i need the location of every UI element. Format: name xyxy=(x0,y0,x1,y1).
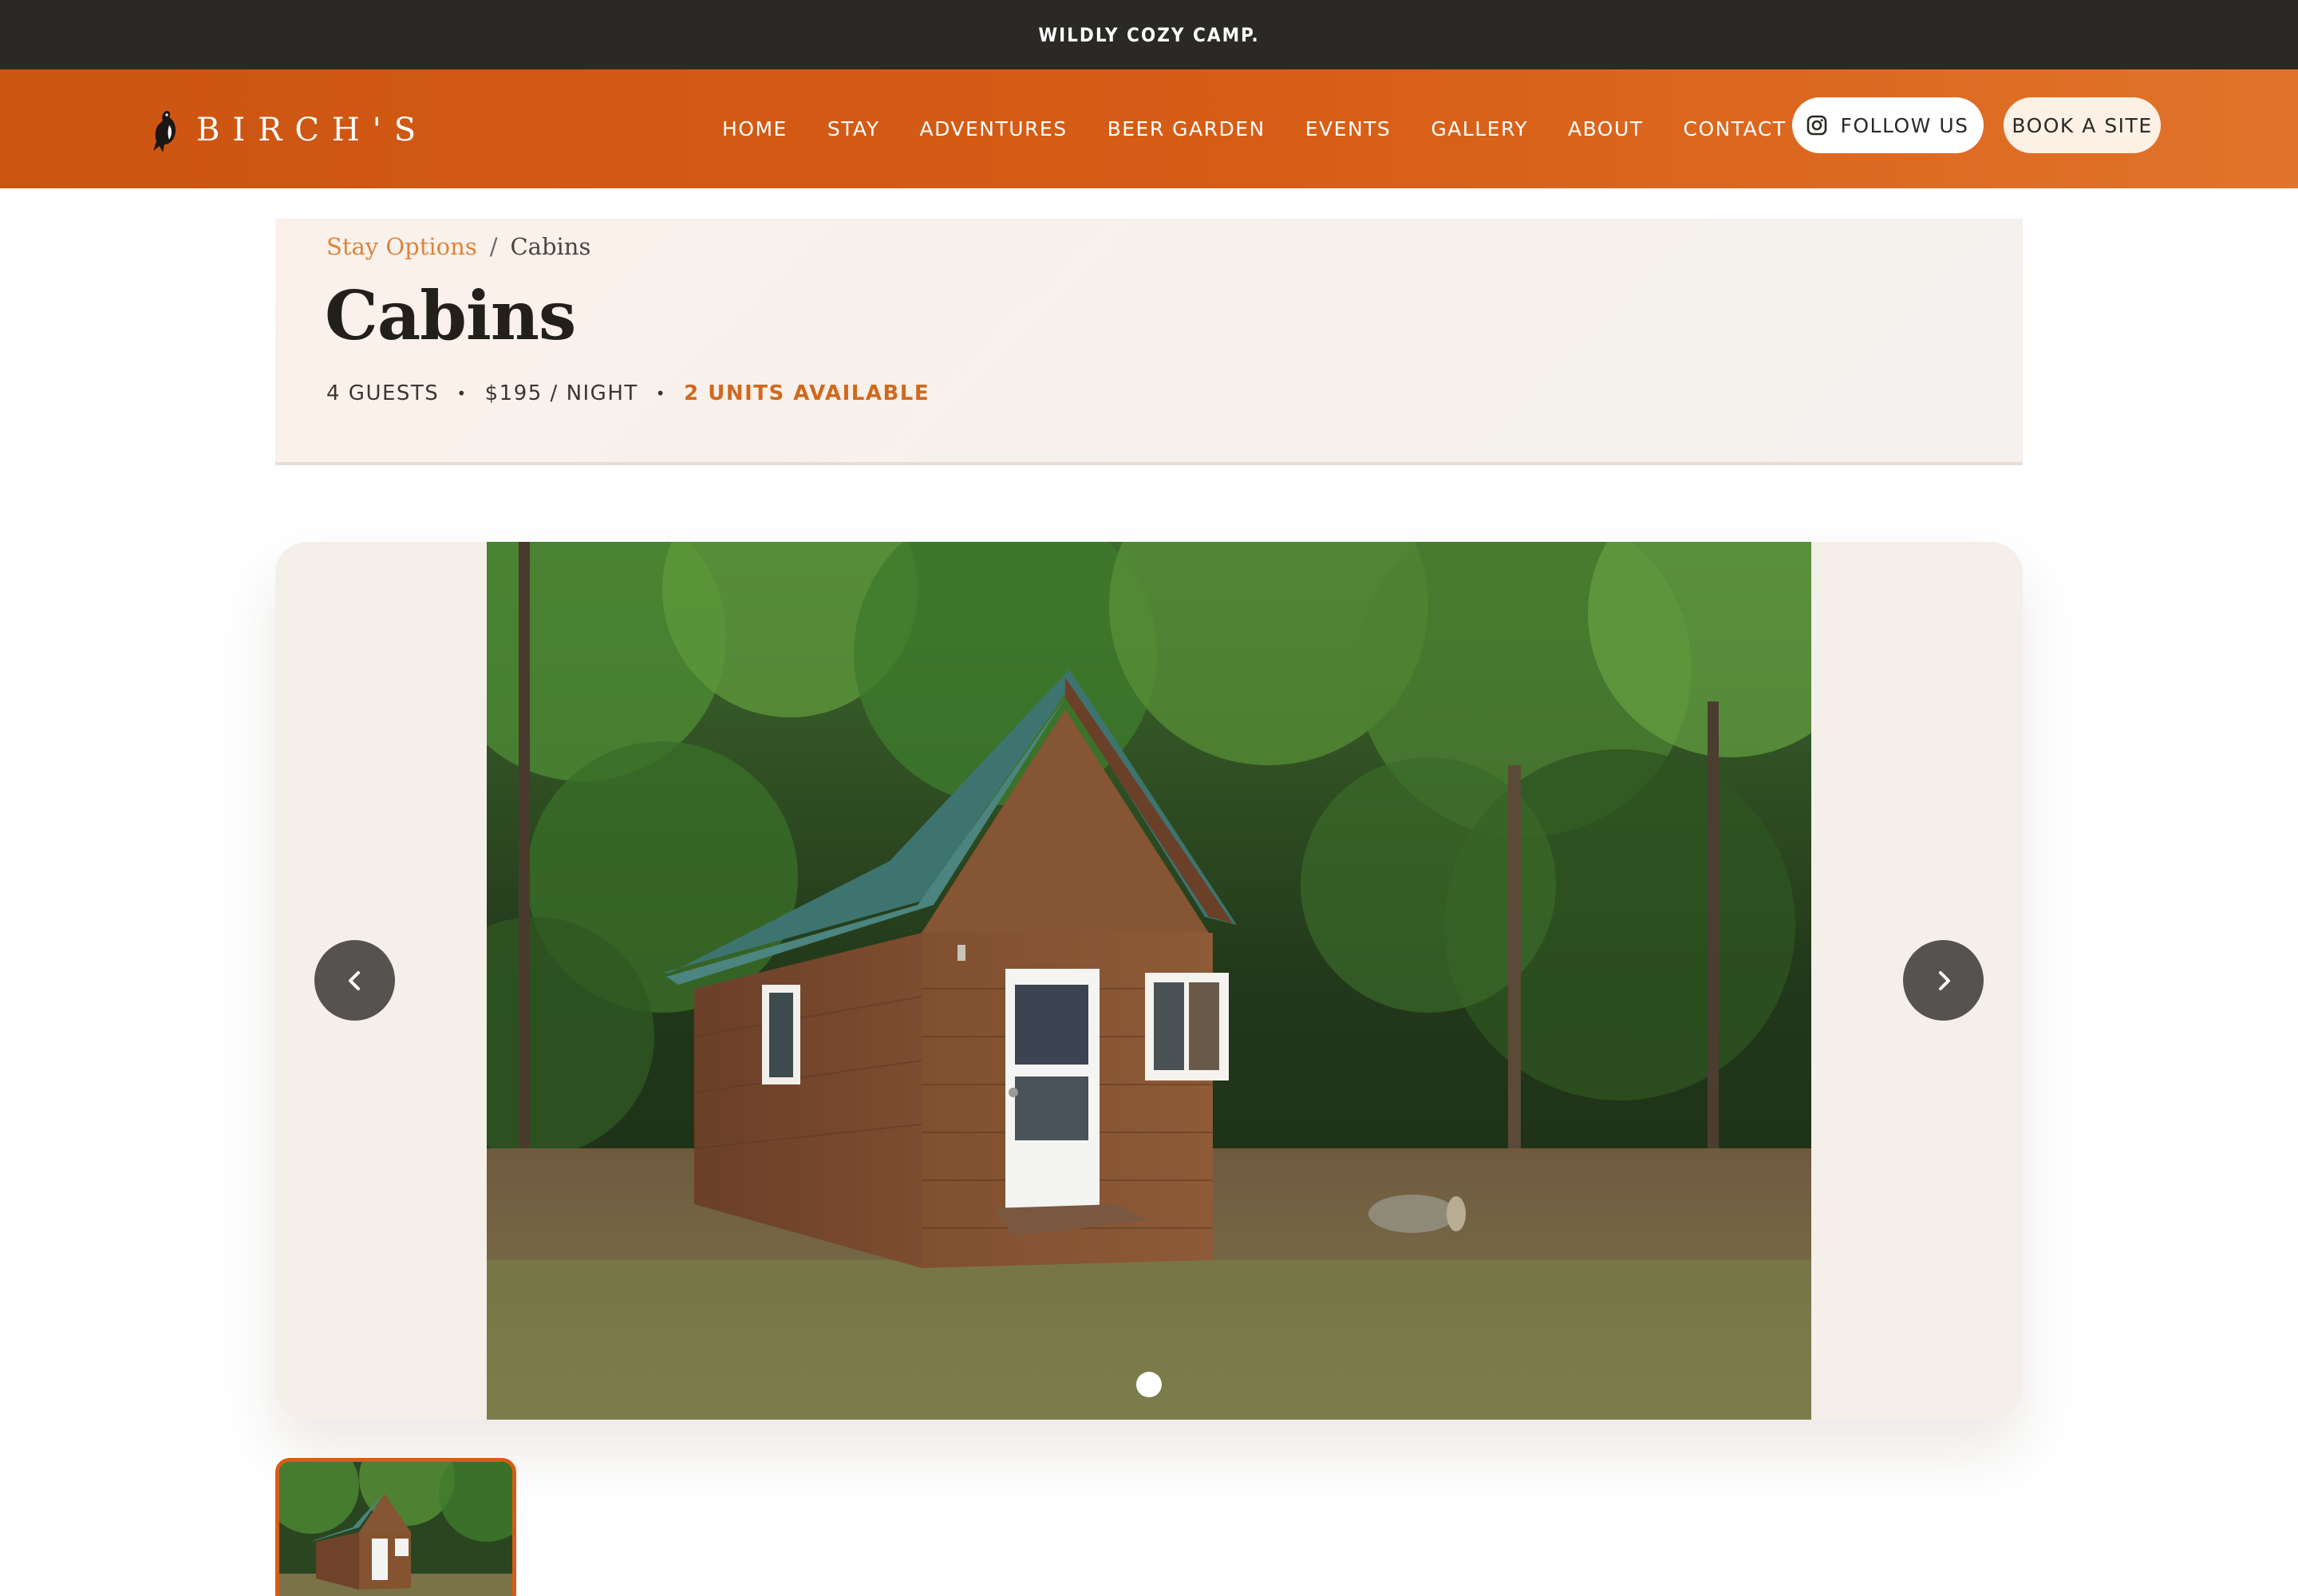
tagline: WILDLY COZY CAMP. xyxy=(1038,23,1260,46)
announcement-bar: WILDLY COZY CAMP. xyxy=(0,0,2298,69)
nav-adventures[interactable]: ADVENTURES xyxy=(899,117,1087,140)
carousel-next-button[interactable] xyxy=(1903,940,1984,1021)
book-a-site-label: BOOK A SITE xyxy=(2012,113,2153,137)
page-title: Cabins xyxy=(325,276,576,355)
logo[interactable]: BIRCH'S xyxy=(152,106,428,154)
meta-separator: • xyxy=(655,384,667,403)
nav-contact[interactable]: CONTACT xyxy=(1664,117,1806,140)
guest-count: 4 GUESTS xyxy=(326,381,440,405)
breadcrumb-stay-options[interactable]: Stay Options xyxy=(326,233,477,260)
stay-meta: 4 GUESTS • $195 / NIGHT • 2 UNITS AVAILA… xyxy=(326,381,930,405)
follow-us-button[interactable]: FOLLOW US xyxy=(1792,97,1984,153)
thumbnail-active[interactable] xyxy=(275,1458,516,1596)
nav-stay[interactable]: STAY xyxy=(807,117,900,140)
chevron-right-icon xyxy=(1938,970,1950,990)
cabin-photo xyxy=(487,542,1811,1420)
meta-separator: • xyxy=(456,384,468,403)
carousel-indicators xyxy=(1136,1372,1162,1397)
availability-badge: 2 UNITS AVAILABLE xyxy=(684,381,930,405)
main-nav: HOME STAY ADVENTURES BEER GARDEN EVENTS … xyxy=(702,69,1806,188)
nav-home[interactable]: HOME xyxy=(702,117,807,140)
breadcrumb: Stay Options / Cabins xyxy=(326,233,590,260)
breadcrumb-separator: / xyxy=(489,233,498,260)
bird-logo-icon xyxy=(153,111,176,152)
page-hero: Stay Options / Cabins Cabins 4 GUESTS • … xyxy=(275,219,2023,465)
carousel-prev-button[interactable] xyxy=(314,940,395,1021)
cabin-thumbnail xyxy=(279,1462,512,1596)
instagram-icon xyxy=(1807,115,1827,136)
follow-us-label: FOLLOW US xyxy=(1840,113,1969,137)
nav-gallery[interactable]: GALLERY xyxy=(1411,117,1548,140)
breadcrumb-current: Cabins xyxy=(510,233,591,260)
book-a-site-button[interactable]: BOOK A SITE xyxy=(2004,97,2161,153)
nav-beer-garden[interactable]: BEER GARDEN xyxy=(1088,117,1285,140)
nav-events[interactable]: EVENTS xyxy=(1285,117,1412,140)
site-header: BIRCH'S HOME STAY ADVENTURES BEER GARDEN… xyxy=(0,69,2298,188)
cabin-image xyxy=(487,542,1811,1420)
chevron-left-icon xyxy=(348,970,360,990)
carousel-dot-active[interactable] xyxy=(1136,1372,1162,1397)
logo-text: BIRCH'S xyxy=(196,112,429,148)
nightly-price: $195 / NIGHT xyxy=(484,381,638,405)
image-carousel xyxy=(275,542,2023,1420)
nav-about[interactable]: ABOUT xyxy=(1548,117,1664,140)
